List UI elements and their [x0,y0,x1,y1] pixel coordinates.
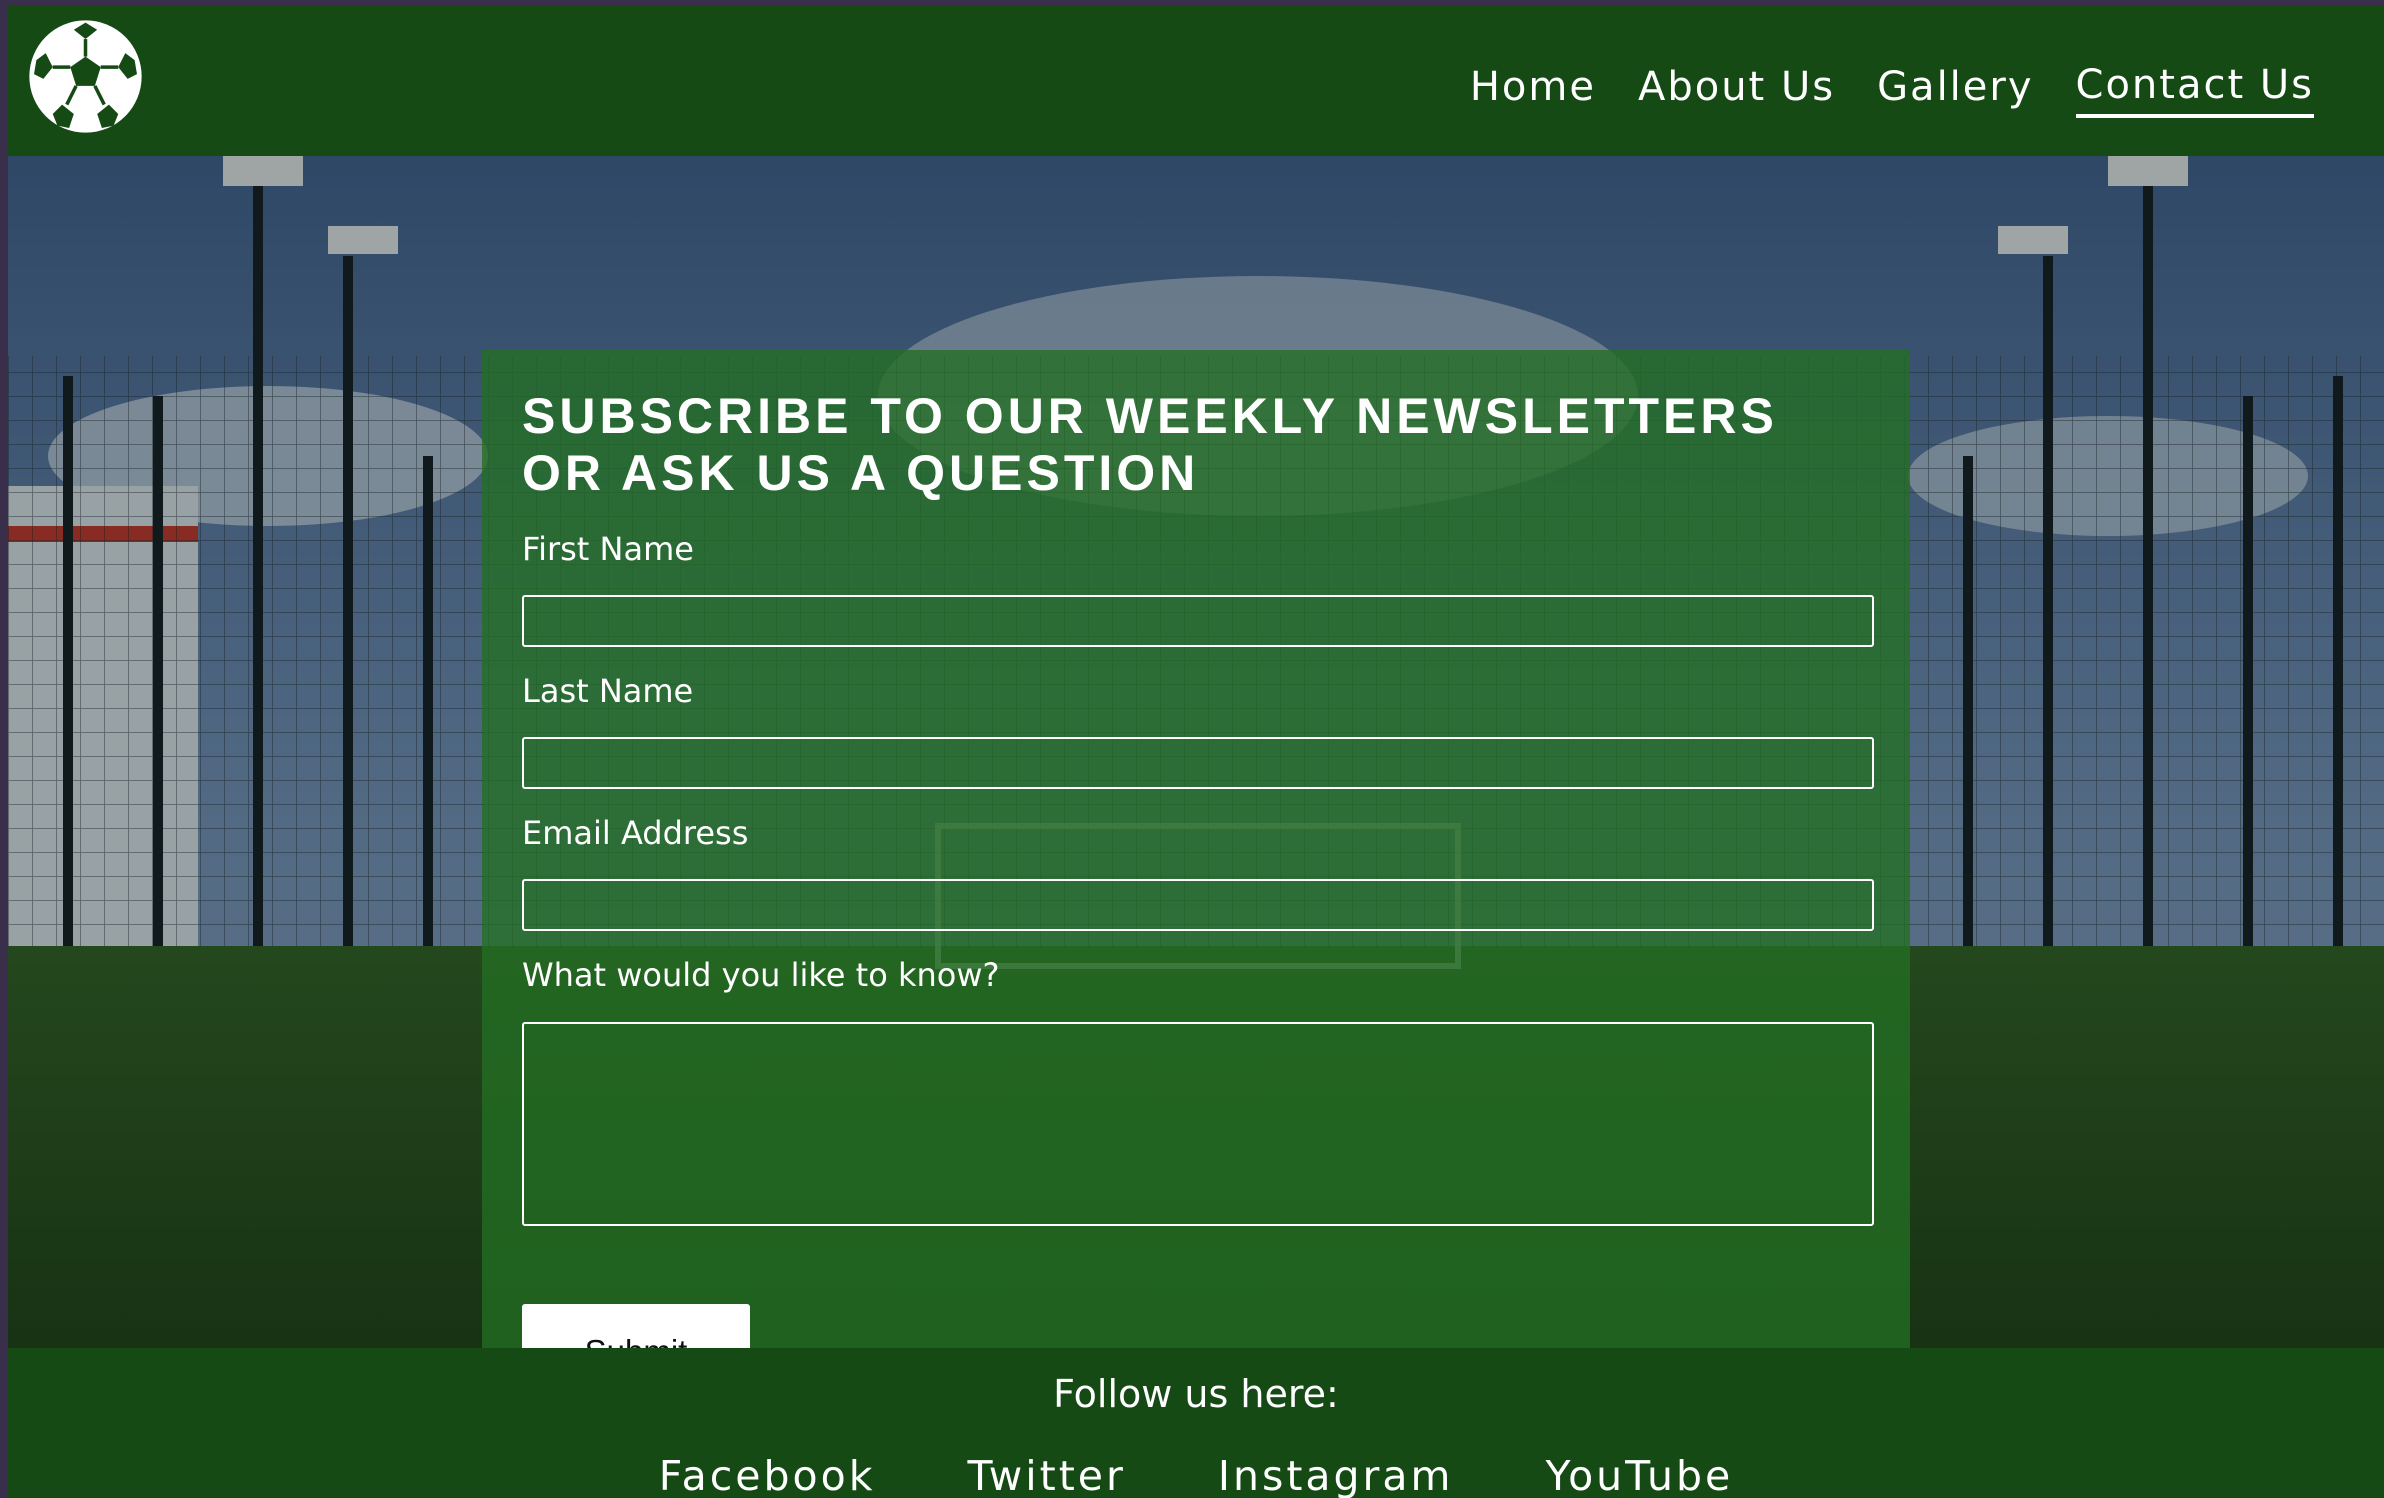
nav-contact-us[interactable]: Contact Us [2075,62,2314,118]
social-links: Facebook Twitter Instagram YouTube [8,1452,2384,1498]
site-footer: Follow us here: Facebook Twitter Instagr… [8,1348,2384,1498]
soccer-ball-icon[interactable] [27,18,144,135]
site-header: Home About Us Gallery Contact Us [8,6,2384,156]
question-textarea[interactable] [522,1022,1874,1226]
first-name-input[interactable] [522,595,1874,647]
nav-gallery[interactable]: Gallery [1877,64,2033,116]
submit-button[interactable]: Submit [522,1304,750,1348]
first-name-label: First Name [522,530,694,568]
question-label: What would you like to know? [522,956,1000,994]
main-nav: Home About Us Gallery Contact Us [1470,62,2314,118]
email-label: Email Address [522,814,749,852]
browser-viewport: Home About Us Gallery Contact Us SUBSCRI… [8,6,2384,1498]
last-name-label: Last Name [522,672,694,710]
social-instagram[interactable]: Instagram [1218,1452,1454,1498]
social-twitter[interactable]: Twitter [967,1452,1125,1498]
newsletter-form: SUBSCRIBE TO OUR WEEKLY NEWSLETTERS OR A… [482,350,1910,1348]
nav-home[interactable]: Home [1470,64,1596,116]
social-youtube[interactable]: YouTube [1545,1452,1733,1498]
form-title: SUBSCRIBE TO OUR WEEKLY NEWSLETTERS OR A… [522,388,1778,501]
footer-title: Follow us here: [1053,1372,1339,1416]
nav-about-us[interactable]: About Us [1638,64,1835,116]
last-name-input[interactable] [522,737,1874,789]
email-input[interactable] [522,879,1874,931]
stadium-background: SUBSCRIBE TO OUR WEEKLY NEWSLETTERS OR A… [8,156,2384,1348]
social-facebook[interactable]: Facebook [659,1452,876,1498]
